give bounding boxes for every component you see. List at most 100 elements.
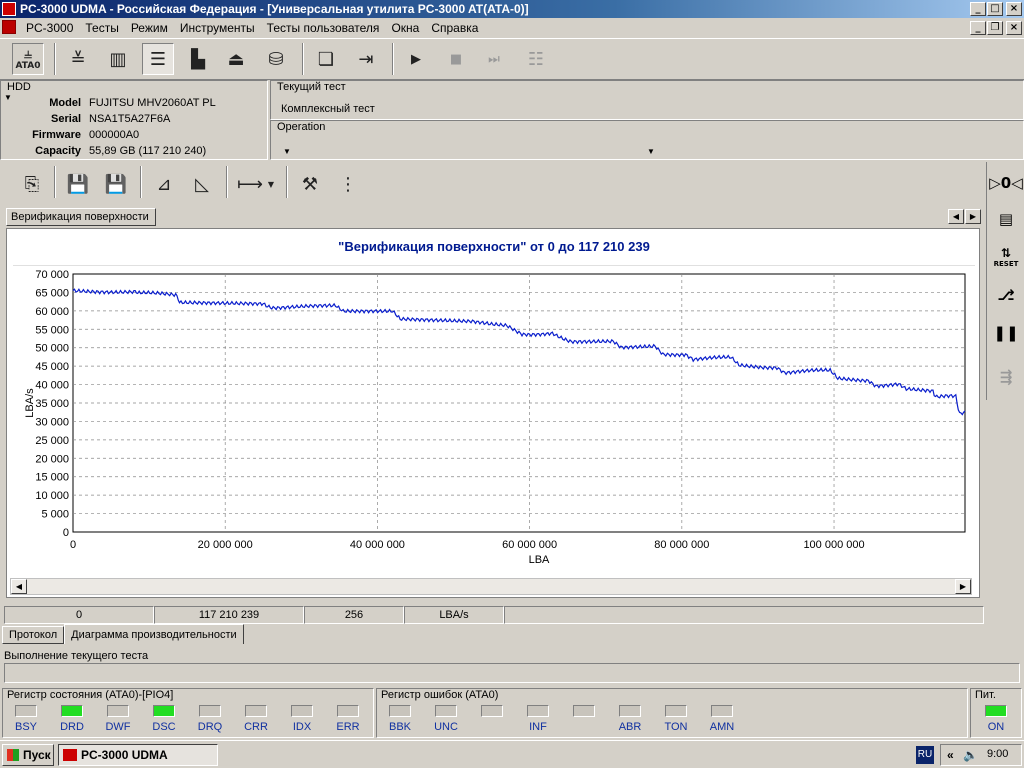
reset-button[interactable]: ⇅ RESET [990,242,1022,272]
chart-panel: "Верификация поверхности" от 0 до 117 21… [6,228,980,598]
taskbar-app-label: PC-3000 UDMA [81,748,168,762]
status-block-size: 256 [304,606,404,624]
capacity-value: 55,89 GB (117 210 240) [89,145,207,157]
scroll-right-button[interactable]: ▶ [955,579,971,594]
play-button[interactable]: ▶ [400,43,432,75]
log-button[interactable]: ☰ [142,43,174,75]
menu-mode[interactable]: Режим [125,18,174,38]
status-register-led [291,705,313,717]
tab-scroll-right-button[interactable]: ▶ [965,209,981,224]
x-tick-label: 100 000 000 [803,539,864,551]
menu-pc3000[interactable]: PC-3000 [20,18,79,38]
windows-button[interactable]: ❏ [310,43,342,75]
graph-slope-icon: ◺ [195,173,209,195]
reset-label: RESET [993,260,1019,268]
range-dropdown-button[interactable]: ▼ [264,168,278,200]
tools-icon: ⚒ [301,173,319,195]
menu-tests[interactable]: Тесты [79,18,124,38]
tab-protocol[interactable]: Протокол [2,626,65,644]
chart-horizontal-scrollbar[interactable]: ◀ ▶ [10,578,972,595]
right-toolbar: ▷0◁ ▤ ⇅ RESET ⎇ ❚❚ ⇶ [986,162,1024,400]
tree-button[interactable]: ⋮ [332,168,364,200]
x-tick-label: 40 000 000 [350,539,405,551]
child-close-button[interactable]: × [1006,21,1022,35]
child-restore-button[interactable]: ❐ [987,21,1003,35]
status-register-led [337,705,359,717]
operation-dropdown-icon[interactable]: ▼ [283,147,291,156]
bar-chart-icon: ▙ [191,48,205,70]
range-button[interactable]: ⟼ [234,168,266,200]
zero-button[interactable]: ▷0◁ [989,168,1023,198]
menu-help[interactable]: Справка [425,18,484,38]
tab-scroll-left-button[interactable]: ◀ [948,209,964,224]
operation-dropdown2-icon[interactable]: ▼ [647,147,655,156]
error-register-led [435,705,457,717]
maximize-button[interactable]: □ [987,2,1003,16]
main-toolbar: ⫨ ATA0 ≚ ▥ ☰ ▙ ⏏ ⛁ ❏ ⇥ ▶ ■ ⏭ ☷ [0,38,1024,80]
board-button[interactable]: ▤ [990,204,1022,234]
tab-performance-diagram[interactable]: Диаграмма производительности [64,624,244,644]
status-register-led [199,705,221,717]
minimize-button[interactable]: _ [970,2,986,16]
save-as-button[interactable]: 💾 [100,168,132,200]
list-button[interactable]: ☷ [520,43,552,75]
menu-windows[interactable]: Окна [385,18,425,38]
x-tick-label: 0 [70,539,76,551]
taskbar-app-button[interactable]: PC-3000 UDMA [58,744,218,766]
tab-surface-verification[interactable]: Верификация поверхности [6,208,156,226]
ata0-button[interactable]: ⫨ ATA0 [12,43,44,75]
drive-icon-button[interactable]: ≚ [62,43,94,75]
stop-button[interactable]: ■ [440,43,472,75]
close-button[interactable]: × [1006,2,1022,16]
menu-tools[interactable]: Инструменты [174,18,261,38]
hdd-serial-row: Serial NSA1T5A27F6A [1,111,269,127]
scroll-left-button[interactable]: ◀ [11,579,27,594]
error-register-bit-amn: AMN [707,705,737,733]
window-title: PC-3000 UDMA - Российская Федерация - [У… [20,2,529,16]
y-tick-label: 60 000 [35,306,69,318]
range-icon: ⟼ [237,173,263,195]
operation-panel: Operation ▼ ▼ [270,120,1024,160]
save-button[interactable]: 💾 [62,168,94,200]
start-button[interactable]: Пуск [2,744,54,766]
port-icon: ⫨ [24,46,32,62]
stack-button[interactable]: ⏏ [220,43,252,75]
bar-chart-button[interactable]: ▙ [182,43,214,75]
y-tick-label: 70 000 [35,269,69,281]
disk-button[interactable]: ⛁ [260,43,292,75]
graph-button[interactable]: ⊿ [148,168,180,200]
status-register-bit-label: CRR [244,721,268,733]
taskbar: Пуск PC-3000 UDMA RU « 🔈 9:00 [0,740,1024,768]
performance-chart: 0 5 000 10 000 15 000 20 000 25 000 30 000 35 0… [24,269,966,566]
power-switch-button[interactable]: ⎇ [990,280,1022,310]
tree-icon: ⋮ [339,173,357,195]
menu-user-tests[interactable]: Тесты пользователя [261,18,386,38]
error-register-bit-ton: TON [661,705,691,733]
child-minimize-button[interactable]: _ [970,21,986,35]
error-register-led [573,705,595,717]
next-step-button[interactable]: ⇶ [990,362,1022,392]
exit-button[interactable]: ⇥ [350,43,382,75]
error-register-bit-label: AMN [709,721,735,733]
hdd-capacity-row: Capacity 55,89 GB (117 210 240) [1,143,269,159]
status-register-bit-drd: DRD [57,705,87,733]
status-register-bit-label: DSC [152,721,176,733]
power-switch-icon: ⎇ [997,286,1015,304]
error-register-led [527,705,549,717]
skip-button[interactable]: ⏭ [478,43,510,75]
error-register-bit-abr: ABR [615,705,645,733]
open-button[interactable]: ⎘ [16,168,48,200]
status-register-bit-label: BSY [14,721,37,733]
play-icon: ▶ [411,51,421,67]
tray-expand-icon[interactable]: « [947,748,954,762]
language-indicator[interactable]: RU [916,746,934,764]
y-tick-label: 5 000 [41,509,69,521]
tray-speaker-icon[interactable]: 🔈 [963,748,978,762]
chip-button[interactable]: ▥ [102,43,134,75]
operation-caption: Operation [277,121,326,133]
pause-icon: ❚❚ [993,324,1019,342]
tools-button[interactable]: ⚒ [294,168,326,200]
graph-slope-button[interactable]: ◺ [186,168,218,200]
pause-button[interactable]: ❚❚ [990,318,1022,348]
child-window-icon[interactable] [2,20,16,34]
